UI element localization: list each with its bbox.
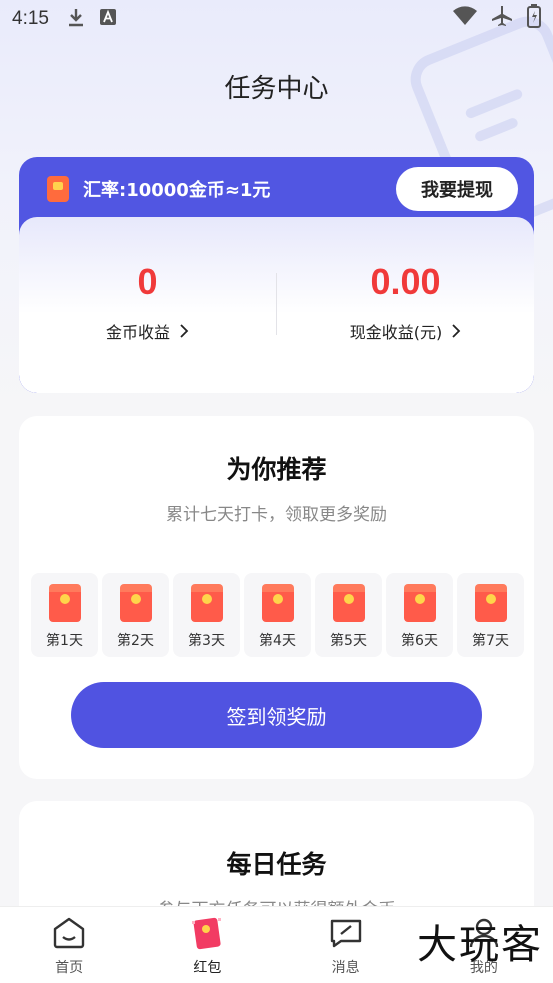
airplane-icon — [491, 5, 513, 33]
exchange-rate-bar: 汇率:10000金币≈1元 我要提现 — [19, 157, 534, 221]
recommend-title: 为你推荐 — [226, 455, 327, 484]
red-envelope-icon — [261, 584, 294, 622]
exchange-card: 汇率:10000金币≈1元 我要提现 0 金币收益 0.00 现金收益(元) — [19, 157, 534, 393]
message-icon — [329, 917, 363, 949]
status-time: 4:15 — [12, 8, 49, 29]
red-envelope-icon — [332, 584, 365, 622]
nav-item-red-envelope[interactable]: 红包 — [138, 907, 276, 983]
daily-tasks-title: 每日任务 — [226, 850, 327, 879]
chevron-right-icon — [180, 324, 189, 338]
cash-earnings-label: 现金收益(元) — [350, 319, 462, 343]
earnings-stats: 0 金币收益 0.00 现金收益(元) — [19, 217, 534, 393]
status-bar: 4:15 — [0, 0, 553, 38]
recommend-card: 为你推荐 累计七天打卡，领取更多奖励 第1天 第2天 第3天 第4天 第5天 第… — [19, 416, 534, 779]
wifi-icon — [453, 6, 477, 32]
checkin-day[interactable]: 第2天 — [102, 573, 169, 657]
red-envelope-icon — [190, 584, 223, 622]
red-envelope-icon — [190, 917, 224, 950]
checkin-day[interactable]: 第1天 — [31, 573, 98, 657]
watermark: 大玩客 — [417, 922, 543, 968]
checkin-days: 第1天 第2天 第3天 第4天 第5天 第6天 第7天 — [31, 573, 524, 657]
nav-item-messages[interactable]: 消息 — [277, 907, 415, 983]
red-envelope-icon — [47, 176, 69, 202]
checkin-reward-button[interactable]: 签到领奖励 — [71, 682, 482, 748]
red-envelope-icon — [48, 584, 81, 622]
red-envelope-icon — [474, 584, 507, 622]
nav-label-red-envelope: 红包 — [193, 960, 222, 976]
cash-earnings[interactable]: 0.00 现金收益(元) — [277, 217, 534, 393]
checkin-day[interactable]: 第3天 — [173, 573, 240, 657]
download-icon — [67, 7, 85, 32]
checkin-day[interactable]: 第5天 — [315, 573, 382, 657]
page-title: 任务中心 — [224, 74, 329, 104]
nav-item-home[interactable]: 首页 — [0, 907, 138, 983]
nav-label-home: 首页 — [55, 960, 84, 976]
recommend-subtitle: 累计七天打卡，领取更多奖励 — [166, 505, 387, 525]
coin-earnings-value: 0 — [137, 261, 158, 302]
red-envelope-icon — [403, 584, 436, 622]
chevron-right-icon — [452, 324, 461, 338]
coin-earnings[interactable]: 0 金币收益 — [19, 217, 276, 393]
nav-label-messages: 消息 — [331, 960, 360, 976]
coin-earnings-label: 金币收益 — [106, 319, 189, 343]
home-icon — [52, 917, 86, 949]
checkin-day[interactable]: 第4天 — [244, 573, 311, 657]
battery-icon — [527, 4, 541, 34]
exchange-rate-text: 汇率:10000金币≈1元 — [83, 180, 271, 201]
red-envelope-icon — [119, 584, 152, 622]
text-a-icon — [99, 8, 117, 31]
cash-earnings-value: 0.00 — [370, 261, 441, 302]
withdraw-button[interactable]: 我要提现 — [396, 167, 518, 211]
checkin-day[interactable]: 第7天 — [457, 573, 524, 657]
checkin-day[interactable]: 第6天 — [386, 573, 453, 657]
